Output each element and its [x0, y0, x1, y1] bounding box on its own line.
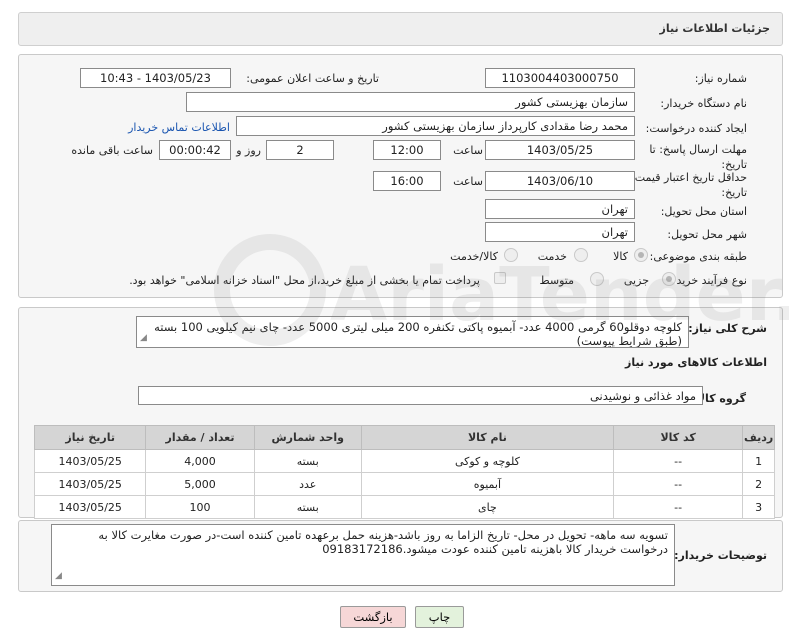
purchase-medium-label: متوسط: [539, 274, 574, 287]
remaining-time-field: 00:00:42: [159, 140, 231, 160]
price-date-field: 1403/06/10: [485, 171, 635, 191]
buyer-notes-textarea: تسویه سه ماهه- تحویل در محل- تاریخ الزام…: [51, 524, 675, 586]
reply-date-field: 1403/05/25: [485, 140, 635, 160]
cell-row-number: 1: [742, 449, 775, 473]
announce-label: تاریخ و ساعت اعلان عمومی:: [246, 72, 379, 85]
col-header-row-number: ردیف: [742, 425, 775, 450]
need-number-field: 1103004403000750: [485, 68, 635, 88]
print-button[interactable]: چاپ: [415, 606, 464, 628]
table-header-row: ردیف کد کالا نام کالا واحد شمارش تعداد /…: [33, 425, 775, 450]
col-header-quantity: تعداد / مقدار: [145, 425, 255, 450]
treasury-payment-checkbox[interactable]: [494, 272, 506, 284]
cell-quantity: 5,000: [145, 472, 255, 496]
price-time-label: ساعت: [453, 175, 483, 188]
goods-table: ردیف کد کالا نام کالا واحد شمارش تعداد /…: [33, 425, 775, 519]
cell-date: 1403/05/25: [33, 495, 147, 519]
cell-unit: بسته: [253, 495, 362, 519]
cell-name: کلوچه و کوکی: [360, 449, 615, 473]
cell-date: 1403/05/25: [33, 472, 147, 496]
need-number-label: شماره نیاز:: [694, 72, 747, 85]
description-label: شرح کلی نیاز:: [688, 322, 767, 335]
cell-name: چای: [360, 495, 615, 519]
category-label: طبقه بندی موضوعی:: [649, 250, 747, 263]
reply-time-field: 12:00: [373, 140, 441, 160]
category-goods-label: کالا: [613, 250, 628, 263]
buyer-contact-link[interactable]: اطلاعات تماس خریدار: [128, 121, 230, 134]
cell-quantity: 4,000: [145, 449, 255, 473]
city-label: شهر محل تحویل:: [667, 228, 747, 241]
buyer-notes-label: توضیحات خریدار:: [674, 549, 767, 562]
cell-name: آبمیوه: [360, 472, 615, 496]
buyer-notes-text: تسویه سه ماهه- تحویل در محل- تاریخ الزام…: [98, 528, 668, 556]
city-field: تهران: [485, 222, 635, 242]
col-header-code: کد کالا: [613, 425, 744, 450]
creator-field: محمد رضا مقدادی کارپرداز سازمان بهزیستی …: [236, 116, 635, 136]
category-service-label: خدمت: [537, 250, 567, 263]
back-button[interactable]: بازگشت: [340, 606, 406, 628]
cell-code: --: [613, 472, 744, 496]
purchase-type-label: نوع فرآیند خرید :: [669, 274, 747, 287]
province-label: استان محل تحویل:: [660, 205, 747, 218]
treasury-payment-note: پرداخت تمام یا بخشی از مبلغ خرید،از محل …: [129, 274, 480, 287]
remaining-days-field: 2: [266, 140, 334, 160]
reply-deadline-label: مهلت ارسال پاسخ: تا تاریخ:: [649, 143, 747, 171]
description-text: کلوچه دوقلو60 گرمی 4000 عدد- آبمیوه پاکت…: [154, 320, 682, 348]
cell-code: --: [613, 449, 744, 473]
category-goods-service-radio[interactable]: [504, 248, 518, 262]
table-row: 1 -- کلوچه و کوکی بسته 4,000 1403/05/25: [33, 449, 775, 473]
cell-code: --: [613, 495, 744, 519]
purchase-minor-radio[interactable]: [662, 272, 676, 286]
goods-section-title: اطلاعات کالاهای مورد نیاز: [625, 356, 767, 369]
resize-grip-icon[interactable]: ◢: [55, 569, 62, 583]
page-header: جزئیات اطلاعات نیاز: [18, 12, 783, 46]
cell-unit: بسته: [253, 449, 362, 473]
remaining-time-label: ساعت باقی مانده: [71, 144, 153, 157]
days-label: روز و: [236, 144, 261, 157]
price-validity-label: حداقل تاریخ اعتبار قیمت: تا تاریخ:: [621, 171, 747, 199]
province-field: تهران: [485, 199, 635, 219]
description-textarea: کلوچه دوقلو60 گرمی 4000 عدد- آبمیوه پاکت…: [136, 316, 689, 348]
buyer-org-label: نام دستگاه خریدار:: [660, 97, 747, 110]
cell-row-number: 2: [742, 472, 775, 496]
category-service-radio[interactable]: [574, 248, 588, 262]
goods-group-field: مواد غذائی و نوشیدنی: [138, 386, 703, 405]
category-goods-service-label: کالا/خدمت: [450, 250, 498, 263]
category-goods-radio[interactable]: [634, 248, 648, 262]
price-time-field: 16:00: [373, 171, 441, 191]
col-header-unit: واحد شمارش: [253, 425, 362, 450]
col-header-name: نام کالا: [360, 425, 615, 450]
table-row: 2 -- آبمیوه عدد 5,000 1403/05/25: [33, 472, 775, 496]
cell-date: 1403/05/25: [33, 449, 147, 473]
cell-row-number: 3: [742, 495, 775, 519]
creator-label: ایجاد کننده درخواست:: [645, 122, 747, 135]
table-row: 3 -- چای بسته 100 1403/05/25: [33, 495, 775, 519]
col-header-date: تاریخ نیاز: [33, 425, 147, 450]
page-title: جزئیات اطلاعات نیاز: [659, 22, 771, 35]
cell-quantity: 100: [145, 495, 255, 519]
reply-time-label: ساعت: [453, 144, 483, 157]
buyer-org-field: سازمان بهزیستی کشور: [186, 92, 635, 112]
announce-field: 1403/05/23 - 10:43: [80, 68, 231, 88]
resize-grip-icon[interactable]: ◢: [140, 331, 147, 345]
purchase-medium-radio[interactable]: [590, 272, 604, 286]
cell-unit: عدد: [253, 472, 362, 496]
purchase-minor-label: جزیی: [623, 274, 649, 287]
